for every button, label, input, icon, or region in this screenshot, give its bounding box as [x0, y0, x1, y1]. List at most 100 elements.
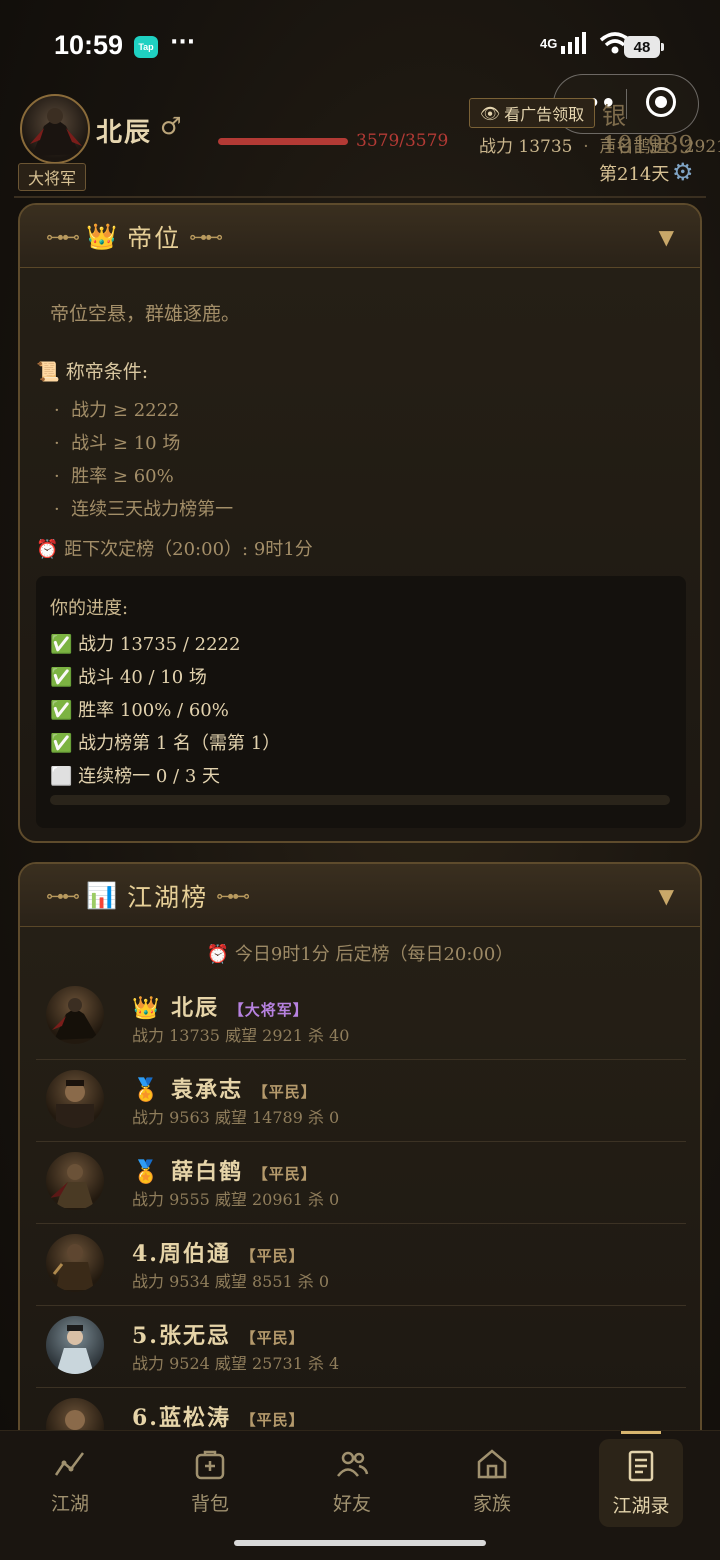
condition-item: · 战斗 ≥ 10 场: [54, 433, 181, 454]
player-avatar[interactable]: [20, 94, 90, 164]
battery-icon: 48: [624, 36, 664, 58]
watch-ad-button[interactable]: 👁 看广告领取: [469, 98, 595, 128]
nav-item-friends[interactable]: 好友: [304, 1431, 400, 1531]
tap-app-icon: Tap: [134, 36, 158, 58]
hp-bar: [218, 138, 348, 145]
check-icon: ✅: [50, 733, 73, 754]
condition-item: · 战力 ≥ 2222: [54, 400, 180, 421]
ranking-title: 江湖榜: [127, 883, 209, 912]
ornament-icon: ⊶⊷: [216, 885, 250, 907]
warrior-portrait: [52, 998, 98, 1040]
row-divider: [36, 1141, 686, 1142]
progress-item: ✅ 战斗 40 / 10 场: [50, 663, 207, 689]
progress-item: ✅ 战力 13735 / 2222: [50, 630, 240, 656]
collapse-caret-icon[interactable]: ▼: [659, 884, 674, 908]
home-icon: [477, 1449, 507, 1479]
armored-warrior-portrait: [52, 1244, 94, 1290]
nav-label: 江湖录: [612, 1495, 670, 1517]
eye-icon: 👁: [479, 103, 501, 123]
nav-item-jianghu[interactable]: 江湖: [22, 1431, 118, 1531]
armored-warrior-portrait: [50, 1164, 94, 1208]
condition-item: · 连续三天战力榜第一: [54, 499, 234, 520]
throne-title: 帝位: [127, 224, 182, 253]
alarm-clock-icon: ⏰: [206, 944, 230, 965]
scroll-icon: 📜: [36, 361, 60, 383]
rank-title-badge: 【平民】: [240, 1329, 305, 1347]
progress-text: 战力 13735 / 2222: [78, 634, 241, 655]
friends-icon: [337, 1451, 369, 1477]
unchecked-box-icon: ⬜: [50, 766, 73, 787]
nav-label: 好友: [332, 1493, 371, 1515]
ranking-notice-text: 今日9时1分 后定榜（每日20:00）: [234, 944, 514, 965]
nav-label: 背包: [190, 1493, 229, 1515]
player-fame: 声名鹊起 · 2921: [599, 137, 720, 157]
rank-stats: 战力 9555 威望 20961 杀 0: [132, 1190, 340, 1209]
condition-text: 连续三天战力榜第一: [71, 499, 234, 520]
rank-name: 蓝松涛: [158, 1405, 231, 1431]
rank-name-row[interactable]: 5.张无忌 【平民】: [132, 1318, 305, 1350]
rank-name-row[interactable]: 6.蓝松涛 【平民】: [132, 1400, 305, 1432]
ornament-icon: ⊶⊷: [189, 226, 223, 248]
progress-item: ⬜ 连续榜一 0 / 3 天: [50, 762, 220, 788]
ornament-icon: ⊶⊷: [46, 885, 80, 907]
rank-avatar[interactable]: [46, 1070, 104, 1128]
hp-text: 3579/3579: [356, 131, 449, 151]
row-divider: [36, 1223, 686, 1224]
condition-item: · 胜率 ≥ 60%: [54, 466, 174, 487]
nav-item-jianghulu[interactable]: 江湖录: [599, 1439, 683, 1527]
check-icon: ✅: [50, 667, 73, 688]
progress-text: 战力榜第 1 名（需第 1）: [78, 733, 281, 754]
rank-title-badge: 【大将军】: [228, 1001, 309, 1019]
nav-item-family[interactable]: 家族: [444, 1431, 540, 1531]
collapse-caret-icon[interactable]: ▼: [659, 225, 674, 249]
nav-item-bag[interactable]: 背包: [162, 1431, 258, 1531]
warrior-portrait: [30, 108, 82, 156]
rank-avatar[interactable]: [46, 986, 104, 1044]
home-indicator[interactable]: [234, 1540, 486, 1546]
ornament-icon: ⊶⊷: [46, 226, 80, 248]
rank-name: 袁承志: [171, 1077, 244, 1103]
throne-panel: ⊶⊷ 👑 帝位 ⊶⊷ ▼ 帝位空悬，群雄逐鹿。 📜 称帝条件: · 战力 ≥ 2222…: [18, 203, 702, 843]
crown-icon: 👑: [86, 222, 120, 251]
rank-name-row[interactable]: 🏅 袁承志 【平民】: [132, 1072, 317, 1104]
rank-number: 6.: [132, 1405, 159, 1431]
rank-name: 张无忌: [158, 1323, 231, 1349]
progress-item: ✅ 胜率 100% / 60%: [50, 696, 229, 722]
status-more-icon: ···: [170, 30, 196, 55]
player-rank-badge: 大将军: [18, 163, 86, 191]
medal-icon: 🏅: [132, 1078, 162, 1103]
nav-label: 江湖: [50, 1493, 89, 1515]
progress-text: 胜率 100% / 60%: [78, 700, 229, 721]
gender-icon: ♂: [160, 112, 182, 140]
throne-panel-header[interactable]: ⊶⊷ 👑 帝位 ⊶⊷ ▼: [20, 205, 700, 268]
gear-icon[interactable]: ⚙: [672, 158, 694, 186]
bar-chart-icon: 📊: [86, 881, 120, 910]
condition-text: 战斗 ≥ 10 场: [71, 433, 181, 454]
nav-label: 家族: [472, 1493, 511, 1515]
network-type: 4G: [540, 36, 558, 51]
condition-text: 胜率 ≥ 60%: [71, 466, 174, 487]
network-indicator: 4G: [540, 32, 631, 54]
rank-name-row[interactable]: 👑 北辰 【大将军】: [132, 990, 309, 1022]
condition-text: 战力 ≥ 2222: [71, 400, 180, 421]
progress-item: ✅ 战力榜第 1 名（需第 1）: [50, 729, 280, 755]
rank-avatar[interactable]: [46, 1152, 104, 1210]
check-icon: ✅: [50, 700, 73, 721]
active-tab-indicator: [621, 1431, 661, 1434]
player-power: 战力 13735: [479, 137, 573, 157]
rank-name: 周伯通: [158, 1241, 231, 1267]
swordsman-portrait: [56, 1325, 94, 1374]
rank-name-row[interactable]: 🏅 薛白鹤 【平民】: [132, 1154, 317, 1186]
rank-name-row[interactable]: 4.周伯通 【平民】: [132, 1236, 305, 1268]
ranking-panel: ⊶⊷ 📊 江湖榜 ⊶⊷ ▼ ⏰ 今日9时1分 后定榜（每日20:00） 👑 北辰 【大…: [18, 862, 702, 1482]
player-name: 北辰: [96, 118, 153, 148]
rank-number: 5.: [132, 1323, 159, 1349]
rank-avatar[interactable]: [46, 1316, 104, 1374]
ranking-panel-header[interactable]: ⊶⊷ 📊 江湖榜 ⊶⊷ ▼: [20, 864, 700, 927]
man-portrait: [56, 1080, 94, 1128]
rank-avatar[interactable]: [46, 1234, 104, 1292]
progress-text: 连续榜一 0 / 3 天: [78, 766, 221, 787]
progress-title: 你的进度:: [50, 598, 129, 619]
conditions-title: 称帝条件:: [65, 361, 149, 383]
ranking-notice: ⏰ 今日9时1分 后定榜（每日20:00）: [20, 940, 700, 966]
